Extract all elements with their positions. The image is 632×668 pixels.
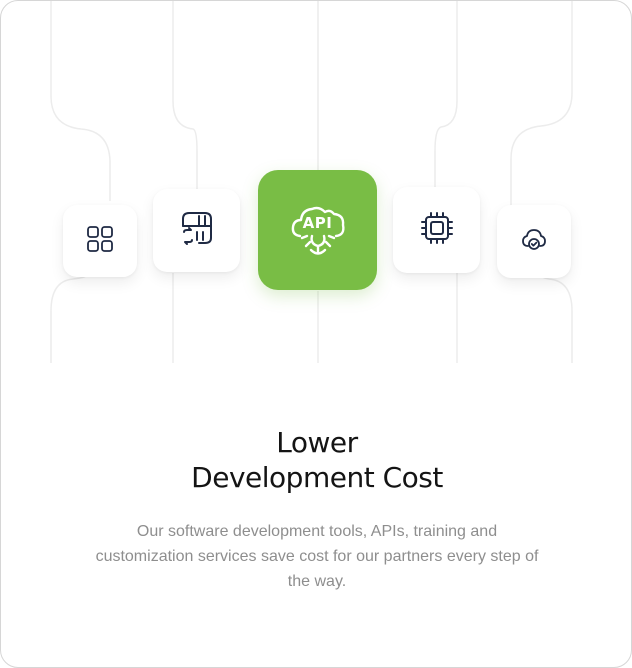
card-title: Lower Development Cost (1, 425, 631, 495)
feature-card: API Lower Development Cost Our software … (0, 0, 632, 668)
server-sync-icon (179, 210, 215, 251)
grid-icon-tile[interactable] (63, 205, 137, 277)
api-icon-tile[interactable]: API (258, 170, 377, 290)
card-title-line2: Development Cost (191, 461, 443, 494)
server-sync-icon-tile[interactable] (153, 189, 240, 272)
cloud-check-icon (521, 226, 547, 257)
cpu-chip-icon-tile[interactable] (393, 187, 480, 273)
card-title-line1: Lower (276, 426, 358, 459)
api-cloud-gear-icon: API (288, 200, 348, 260)
cpu-chip-icon (420, 211, 454, 250)
cloud-check-icon-tile[interactable] (497, 205, 571, 278)
api-label: API (302, 214, 333, 232)
card-description: Our software development tools, APIs, tr… (95, 523, 539, 590)
grid-icon (86, 225, 114, 258)
